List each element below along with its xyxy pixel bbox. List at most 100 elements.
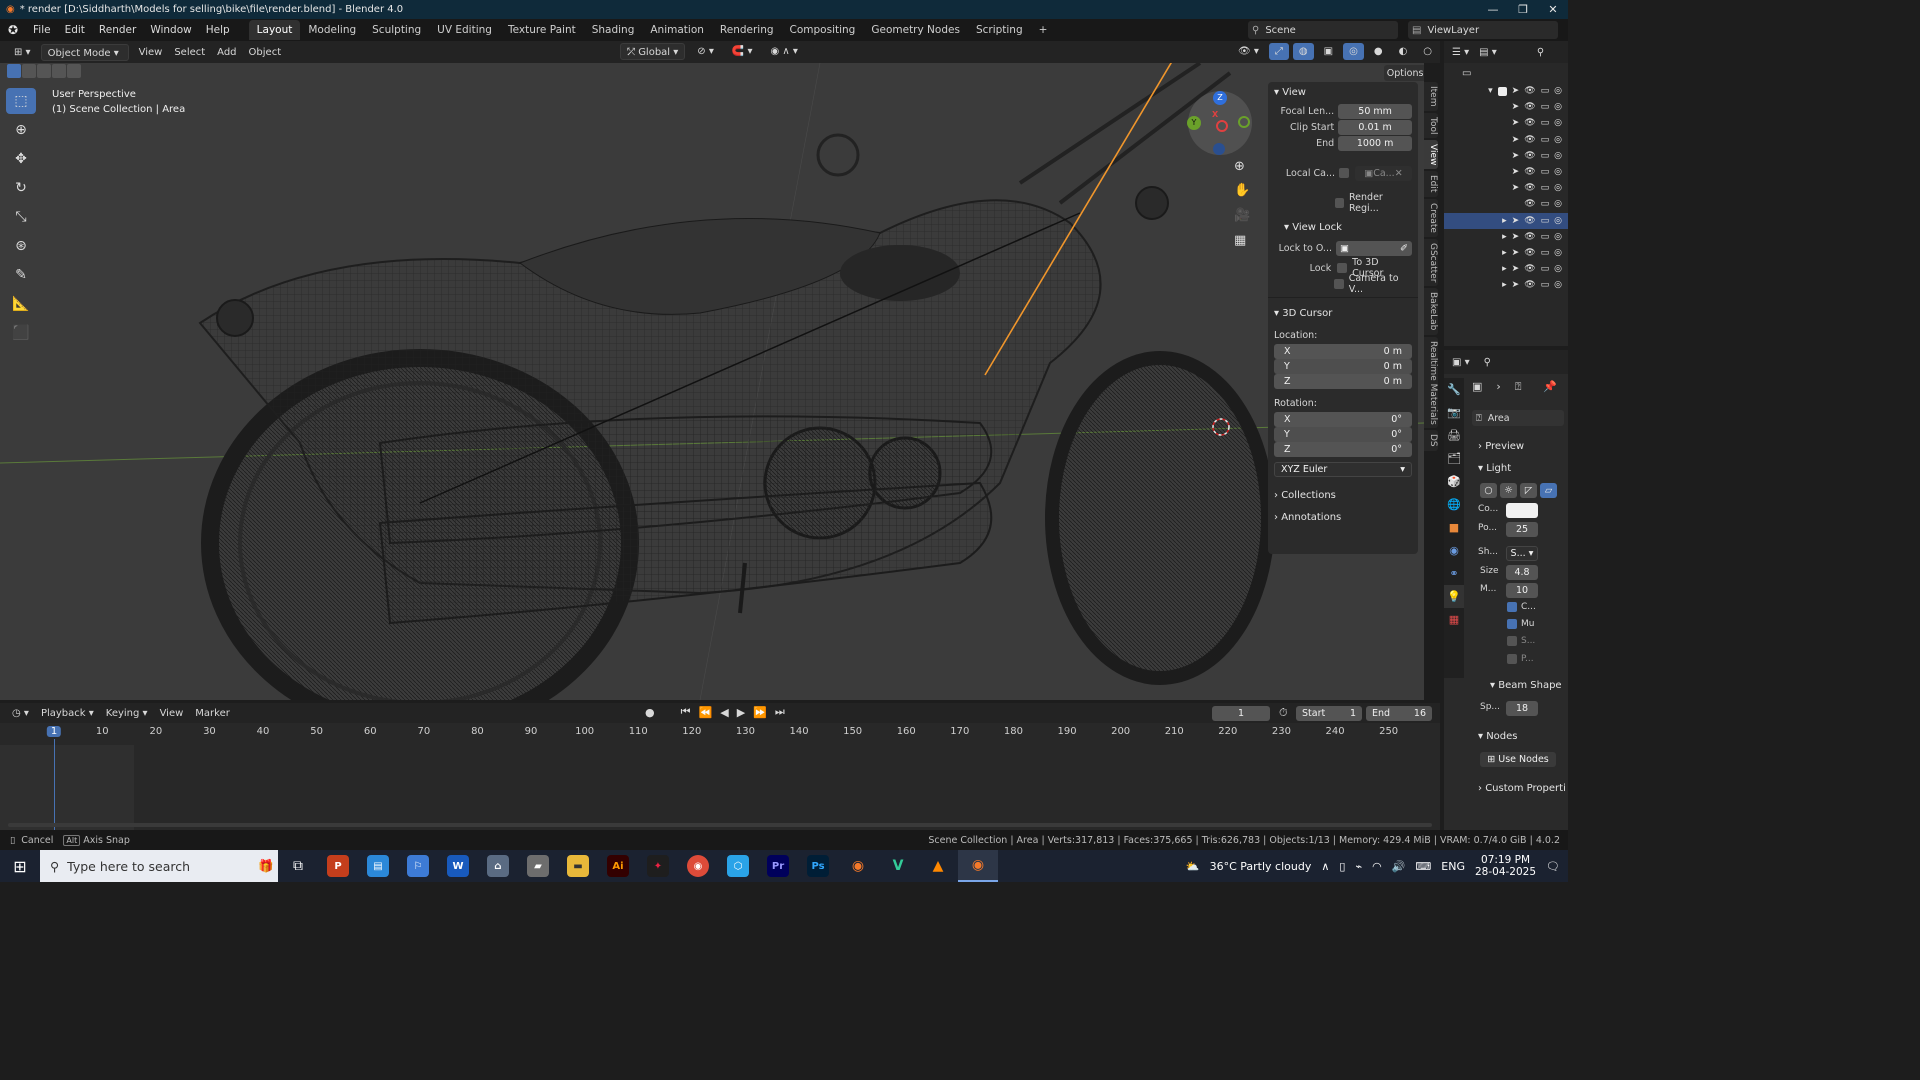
transform-tool-icon[interactable]: ⊛ <box>6 233 36 259</box>
tab-edit[interactable]: Edit <box>1424 171 1438 197</box>
tab-gscatter[interactable]: GScatter <box>1424 238 1438 287</box>
tool-props-icon[interactable]: 🔧 <box>1444 378 1464 401</box>
preview-section-header[interactable]: › Preview <box>1472 436 1524 456</box>
view-layer-props-icon[interactable]: 🗂 <box>1444 447 1464 470</box>
portal-checkbox[interactable] <box>1507 654 1517 664</box>
move-tool-icon[interactable]: ✥ <box>6 146 36 172</box>
marker-menu[interactable]: Marker <box>189 705 236 722</box>
spot-light-icon[interactable]: ◸ <box>1520 483 1537 498</box>
app-icon[interactable]: ✦ <box>638 850 678 882</box>
camera-view-icon[interactable]: 🎥 <box>1234 208 1250 223</box>
weather-icon[interactable]: ⛅ <box>1186 860 1200 873</box>
cursor-location-z-field[interactable]: Z0 m <box>1274 374 1412 389</box>
snap-icon[interactable]: 🧲 ▾ <box>726 43 759 60</box>
prev-keyframe-icon[interactable]: ⏪ <box>699 706 713 719</box>
blender-icon[interactable]: ◉ <box>838 850 878 882</box>
clip-start-field[interactable]: 0.01 m <box>1338 119 1412 135</box>
workspace-tab-geometry-nodes[interactable]: Geometry Nodes <box>863 20 968 40</box>
point-light-icon[interactable]: ○ <box>1480 483 1497 498</box>
pivot-icon[interactable]: ⊘ ▾ <box>691 43 720 60</box>
transform-orientation-dropdown[interactable]: ⤱ Global ▾ <box>620 43 686 60</box>
menu-file[interactable]: File <box>26 19 58 41</box>
overlay-toggle-icon[interactable]: ◍ <box>1292 43 1314 60</box>
viewport-menu-object[interactable]: Object <box>243 44 288 61</box>
gizmo-z-axis[interactable]: Z <box>1213 91 1227 105</box>
xray-icon[interactable]: ▣ <box>1318 43 1339 60</box>
shading-material-icon[interactable]: ◐ <box>1393 43 1414 60</box>
illustrator-icon[interactable]: Ai <box>598 850 638 882</box>
view-section-header[interactable]: ▾ View <box>1268 82 1418 102</box>
3d-cursor-section-header[interactable]: ▾ 3D Cursor <box>1268 303 1418 323</box>
camera-to-view-checkbox[interactable] <box>1334 279 1344 289</box>
nodes-section-header[interactable]: ▾ Nodes <box>1472 726 1518 746</box>
outliner-row[interactable]: ▸ ➤ 👁 ▭ ◎ <box>1444 229 1568 245</box>
collections-section-header[interactable]: › Collections <box>1268 485 1418 505</box>
menu-render[interactable]: Render <box>92 19 143 41</box>
shading-rendered-icon[interactable]: ○ <box>1417 43 1438 60</box>
timeline-editor-type-icon[interactable]: ◷ ▾ <box>6 705 35 722</box>
properties-search-icon[interactable]: ⚲ <box>1484 357 1491 368</box>
texture-props-icon[interactable]: ▦ <box>1444 608 1464 631</box>
cursor-rotation-y-field[interactable]: Y 0° <box>1274 427 1412 442</box>
cursor-location-x-field[interactable]: X0 m <box>1274 344 1412 359</box>
render-region-checkbox[interactable] <box>1334 198 1344 208</box>
notification-icon[interactable]: 🗨 <box>1546 860 1560 873</box>
outliner-display-mode-icon[interactable]: ▤ ▾ <box>1479 47 1497 58</box>
scene-selector[interactable]: ⚲ Scene <box>1248 21 1398 39</box>
add-workspace-button[interactable]: + <box>1031 20 1056 40</box>
use-nodes-button[interactable]: ⊞ Use Nodes <box>1480 752 1556 767</box>
local-camera-checkbox[interactable] <box>1339 168 1349 178</box>
cursor-rotation-z-field[interactable]: Z 0° <box>1274 442 1412 457</box>
rotate-tool-icon[interactable]: ↻ <box>6 175 36 201</box>
multiple-importance-checkbox[interactable] <box>1507 619 1517 629</box>
select-extend-icon[interactable] <box>22 64 36 78</box>
lock-to-cursor-checkbox[interactable] <box>1337 263 1348 273</box>
shape-dropdown[interactable]: S... ▾ <box>1506 546 1538 561</box>
tab-create[interactable]: Create <box>1424 198 1438 237</box>
tab-bakelab[interactable]: BakeLab <box>1424 288 1438 335</box>
navigation-gizmo[interactable]: Z Y X <box>1187 91 1252 155</box>
select-new-icon[interactable] <box>7 64 21 78</box>
weather-text[interactable]: 36°C Partly cloudy <box>1210 860 1312 873</box>
language-indicator[interactable]: ENG <box>1441 860 1465 873</box>
light-color-swatch[interactable] <box>1506 503 1538 518</box>
editor-type-button[interactable]: ⊞ ▾ <box>8 44 37 61</box>
playhead[interactable] <box>54 739 55 830</box>
blender-menu-icon[interactable]: ✪ <box>0 23 26 37</box>
world-props-icon[interactable]: 🌐 <box>1444 493 1464 516</box>
outliner-filter-icon[interactable]: ▭ <box>1444 63 1568 83</box>
premiere-icon[interactable]: Pr <box>758 850 798 882</box>
pan-hand-icon[interactable]: ✋ <box>1234 183 1250 198</box>
rotation-mode-dropdown[interactable]: XYZ Euler ▾ <box>1274 462 1412 477</box>
menu-window[interactable]: Window <box>143 19 198 41</box>
workspace-tab-modeling[interactable]: Modeling <box>300 20 364 40</box>
timeline-view-menu[interactable]: View <box>154 705 190 722</box>
blender-active-icon[interactable]: ◉ <box>958 850 998 882</box>
measure-tool-icon[interactable]: 📐 <box>6 291 36 317</box>
options-dropdown[interactable]: Options ▾ <box>1384 65 1424 81</box>
view-lock-section-header[interactable]: ▾ View Lock <box>1268 217 1418 237</box>
eyedropper-icon[interactable]: ✐ <box>1400 243 1408 254</box>
record-icon[interactable]: ● <box>645 706 655 719</box>
volume-icon[interactable]: 🔊 <box>1392 860 1406 873</box>
scene-props-icon[interactable]: 🎲 <box>1444 470 1464 493</box>
3d-viewport[interactable]: User Perspective (1) Scene Collection | … <box>0 63 1424 700</box>
spread-field[interactable]: 18 <box>1506 701 1538 716</box>
microsoft-365-icon[interactable]: ⬡ <box>718 850 758 882</box>
timeline-ruler[interactable]: 1 10 20 30 40 50 60 70 80 90 100 110 120 130 140 150 160… <box>0 723 1440 845</box>
workspace-tab-compositing[interactable]: Compositing <box>782 20 864 40</box>
chevron-up-icon[interactable]: ∧ <box>1321 860 1329 873</box>
minimize-icon[interactable]: — <box>1478 0 1508 19</box>
clock[interactable]: 07:19 PM 28-04-2025 <box>1475 854 1536 878</box>
annotations-section-header[interactable]: › Annotations <box>1268 507 1418 527</box>
shading-wireframe-icon[interactable]: ◎ <box>1343 43 1364 60</box>
tab-item[interactable]: Item <box>1424 82 1438 111</box>
battery-icon[interactable]: ▯ <box>1339 860 1345 873</box>
menu-edit[interactable]: Edit <box>58 19 92 41</box>
workspace-tab-shading[interactable]: Shading <box>584 20 643 40</box>
outliner-row[interactable]: 👁 ▭ ◎ <box>1444 196 1568 212</box>
light-data-props-icon[interactable]: 💡 <box>1444 585 1464 608</box>
outliner-row-selected[interactable]: ▸ ➤ 👁 ▭ ◎ <box>1444 212 1568 229</box>
outliner-row[interactable]: ➤ 👁 ▭ ◎ <box>1444 180 1568 196</box>
keyboard-icon[interactable]: ⌨ <box>1415 860 1431 873</box>
